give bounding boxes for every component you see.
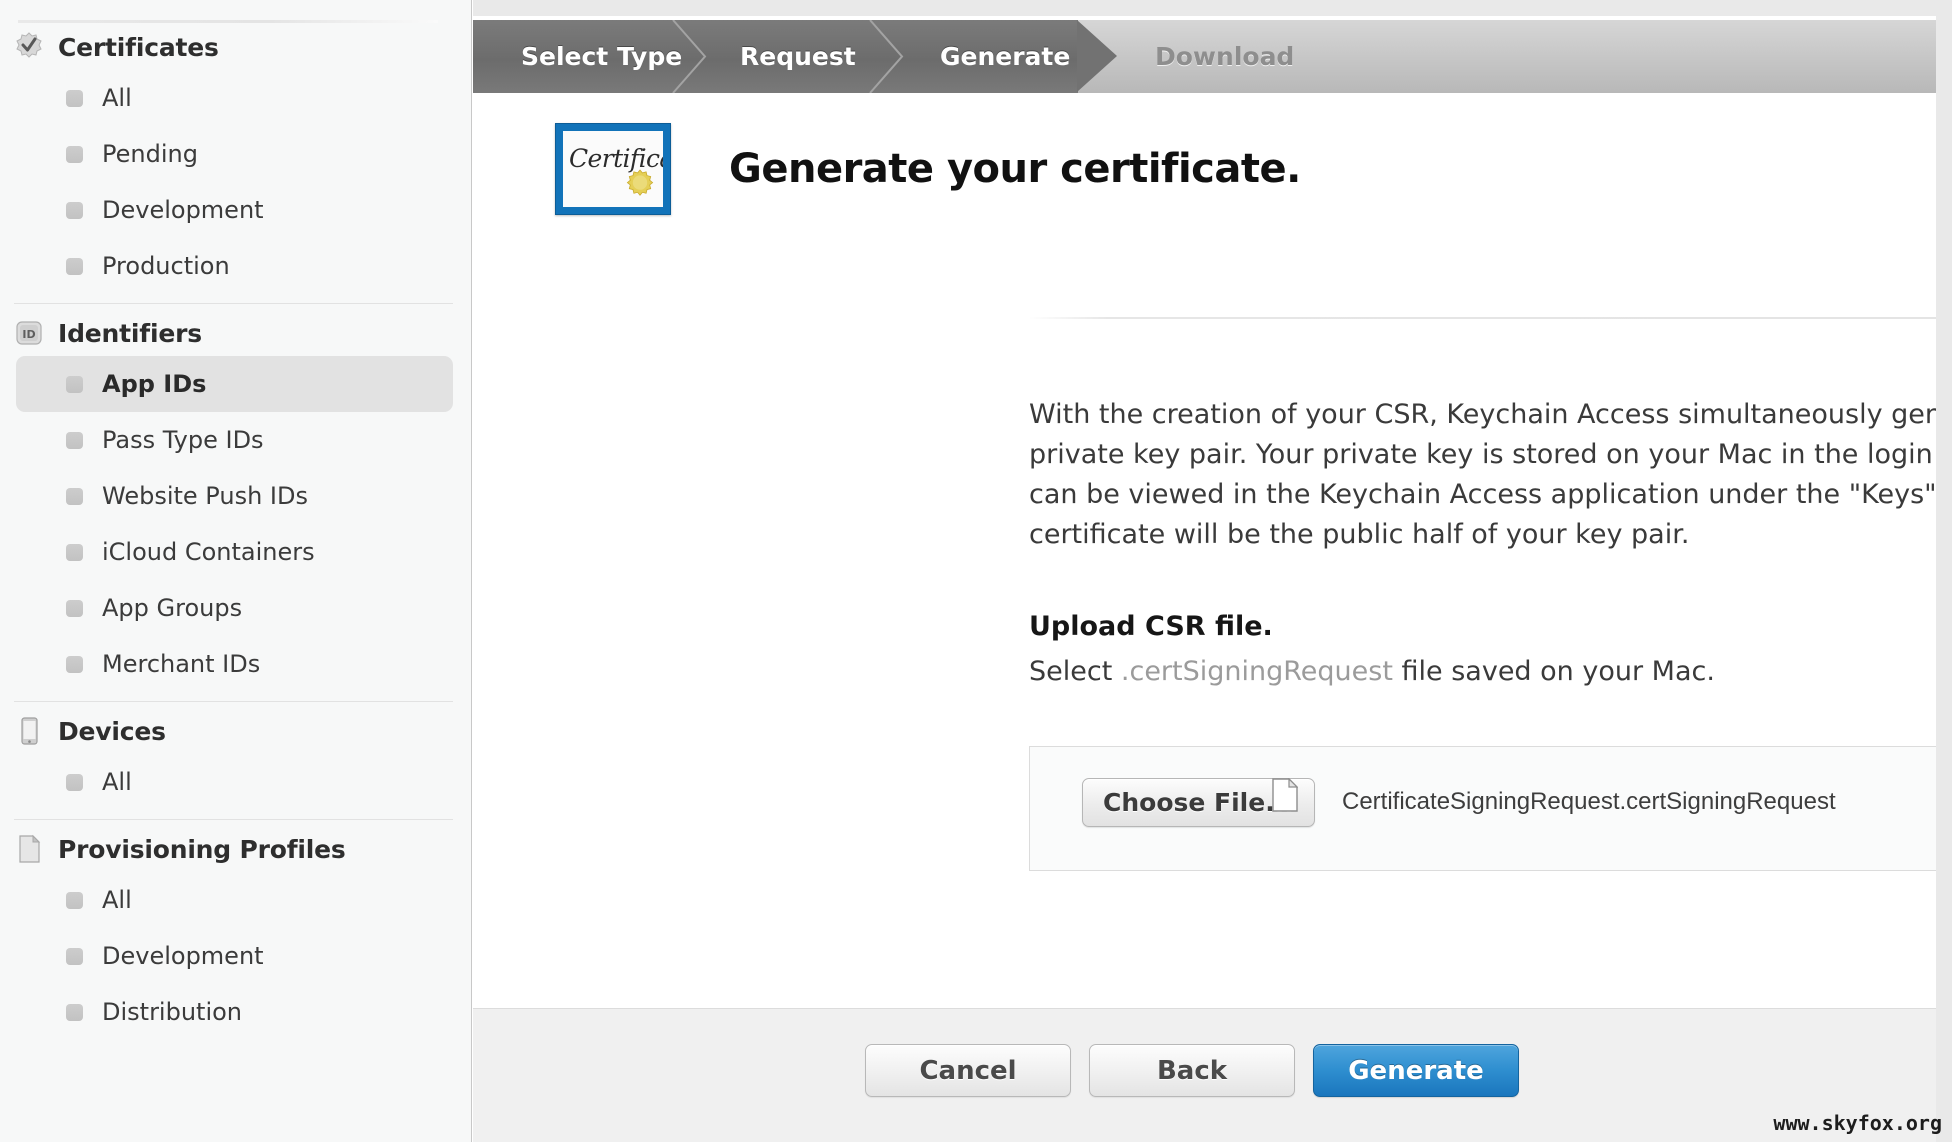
- upload-subheading: Select .certSigningRequest file saved on…: [1029, 656, 1715, 687]
- sidebar-section-provisioning-profiles: Provisioning Profiles All Development Di…: [0, 826, 471, 1040]
- sidebar-item-pass-type-ids[interactable]: Pass Type IDs: [16, 412, 453, 468]
- sidebar-divider: [14, 701, 453, 702]
- sidebar-section-title: Certificates: [58, 33, 219, 62]
- certificate-paper: Certificate: [563, 131, 663, 207]
- sidebar-item-profiles-distribution[interactable]: Distribution: [16, 984, 453, 1040]
- sidebar-item-label: All: [102, 768, 132, 796]
- sidebar-item-label: Website Push IDs: [102, 482, 308, 510]
- cancel-button[interactable]: Cancel: [865, 1044, 1071, 1097]
- bullet-icon: [66, 146, 83, 163]
- sidebar-section-header-certificates: Certificates: [0, 24, 471, 70]
- sidebar-item-profiles-development[interactable]: Development: [16, 928, 453, 984]
- sidebar-section-devices: Devices All: [0, 708, 471, 810]
- sidebar-item-label: Distribution: [102, 998, 242, 1026]
- sidebar-item-certificates-pending[interactable]: Pending: [16, 126, 453, 182]
- upload-sub-prefix: Select: [1029, 656, 1121, 687]
- id-badge-icon: ID: [14, 318, 44, 348]
- sidebar-item-label: App IDs: [102, 370, 206, 398]
- sidebar-section-header-identifiers: ID Identifiers: [0, 310, 471, 356]
- gold-seal-icon: [623, 169, 657, 203]
- sidebar-item-certificates-development[interactable]: Development: [16, 182, 453, 238]
- file-upload-box: Choose File... CertificateSigningRequest…: [1029, 746, 1952, 871]
- step-generate[interactable]: Generate: [940, 20, 1070, 93]
- bullet-icon: [66, 488, 83, 505]
- content-divider: [1029, 317, 1952, 319]
- wizard-content: Certificate Generate your certificate. W…: [473, 93, 1952, 1008]
- window-top-strip: [473, 0, 1952, 18]
- bullet-icon: [66, 774, 83, 791]
- bullet-icon: [66, 948, 83, 965]
- certificate-seal-icon: [14, 32, 44, 62]
- sidebar-item-app-ids[interactable]: App IDs: [16, 356, 453, 412]
- sidebar-item-label: Pass Type IDs: [102, 426, 264, 454]
- sidebar-section-title: Provisioning Profiles: [58, 835, 346, 864]
- upload-heading: Upload CSR file.: [1029, 611, 1273, 642]
- bullet-icon: [66, 892, 83, 909]
- wizard-steps-arrow: [1077, 20, 1117, 92]
- main-panel: Select Type Request Generate Download Ce…: [473, 0, 1952, 1142]
- sidebar-item-certificates-production[interactable]: Production: [16, 238, 453, 294]
- bullet-icon: [66, 600, 83, 617]
- sidebar-item-website-push-ids[interactable]: Website Push IDs: [16, 468, 453, 524]
- sidebar-item-label: Merchant IDs: [102, 650, 260, 678]
- sidebar-item-label: Development: [102, 942, 264, 970]
- sidebar-item-certificates-all[interactable]: All: [16, 70, 453, 126]
- wizard-steps: Select Type Request Generate Download: [473, 20, 1952, 93]
- sidebar-top-divider: [18, 20, 438, 23]
- bullet-icon: [66, 202, 83, 219]
- sidebar-item-merchant-ids[interactable]: Merchant IDs: [16, 636, 453, 692]
- bullet-icon: [66, 376, 83, 393]
- bullet-icon: [66, 90, 83, 107]
- sidebar-item-devices-all[interactable]: All: [16, 754, 453, 810]
- bullet-icon: [66, 258, 83, 275]
- document-icon: [14, 834, 44, 864]
- hero-block: Certificate Generate your certificate.: [555, 123, 1301, 215]
- back-button[interactable]: Back: [1089, 1044, 1295, 1097]
- sidebar-section-identifiers: ID Identifiers App IDs Pass Type IDs Web…: [0, 310, 471, 692]
- app-window: Certificates All Pending Development Pro…: [0, 0, 1952, 1142]
- sidebar-item-profiles-all[interactable]: All: [16, 872, 453, 928]
- sidebar-item-label: App Groups: [102, 594, 242, 622]
- svg-text:ID: ID: [22, 328, 35, 341]
- sidebar-item-label: Pending: [102, 140, 198, 168]
- upload-sub-suffix: file saved on your Mac.: [1393, 656, 1715, 687]
- page-title: Generate your certificate.: [729, 146, 1301, 192]
- sidebar-item-label: All: [102, 886, 132, 914]
- bullet-icon: [66, 544, 83, 561]
- bullet-icon: [66, 1004, 83, 1021]
- wizard-footer: Cancel Back Generate: [473, 1008, 1952, 1142]
- step-separator-chevron-icon: [866, 20, 906, 93]
- sidebar-divider: [14, 819, 453, 820]
- step-select-type[interactable]: Select Type: [521, 20, 682, 93]
- window-right-edge: [1936, 0, 1952, 1142]
- step-request[interactable]: Request: [740, 20, 856, 93]
- sidebar-item-label: All: [102, 84, 132, 112]
- upload-sub-extension: .certSigningRequest: [1121, 656, 1393, 687]
- bullet-icon: [66, 432, 83, 449]
- sidebar-item-label: Development: [102, 196, 264, 224]
- step-download: Download: [1155, 20, 1294, 93]
- sidebar-item-app-groups[interactable]: App Groups: [16, 580, 453, 636]
- sidebar-section-title: Devices: [58, 717, 166, 746]
- sidebar: Certificates All Pending Development Pro…: [0, 0, 472, 1142]
- sidebar-item-label: iCloud Containers: [102, 538, 315, 566]
- generate-button[interactable]: Generate: [1313, 1044, 1519, 1097]
- sidebar-item-icloud-containers[interactable]: iCloud Containers: [16, 524, 453, 580]
- bullet-icon: [66, 656, 83, 673]
- intro-paragraph: With the creation of your CSR, Keychain …: [1029, 395, 1952, 555]
- sidebar-section-title: Identifiers: [58, 319, 202, 348]
- sidebar-item-label: Production: [102, 252, 230, 280]
- watermark: www.skyfox.org: [1773, 1111, 1942, 1135]
- sidebar-section-header-devices: Devices: [0, 708, 471, 754]
- certificate-icon: Certificate: [555, 123, 671, 215]
- sidebar-section-certificates: Certificates All Pending Development Pro…: [0, 24, 471, 294]
- file-icon: [1272, 778, 1298, 812]
- selected-file-name: CertificateSigningRequest.certSigningReq…: [1342, 788, 1836, 816]
- device-icon: [14, 716, 44, 746]
- sidebar-section-header-provisioning-profiles: Provisioning Profiles: [0, 826, 471, 872]
- sidebar-divider: [14, 303, 453, 304]
